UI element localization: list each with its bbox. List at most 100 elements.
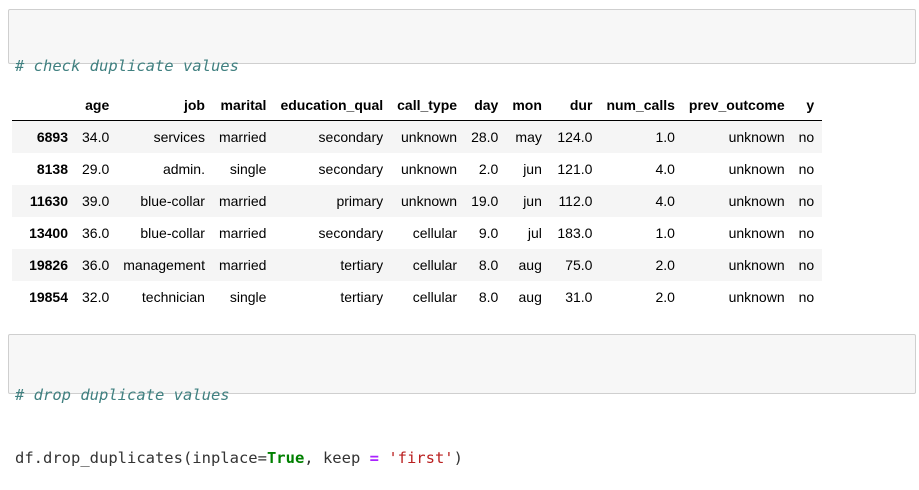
cell-call-type: cellular [412,225,458,241]
column-header-num-calls: num_calls [600,90,683,121]
cell-marital: married [218,225,267,241]
row-index: 19854 [29,289,68,305]
cell-job: admin. [162,161,205,177]
cell-prev-outcome: unknown [728,225,785,241]
row-index: 8138 [36,161,68,177]
cell-job: management [123,257,205,273]
cell-education-qual: secondary [318,225,384,241]
table-row: 13400 36.0 blue-collar married secondary… [12,217,822,249]
cell-day: 8.0 [478,289,499,305]
cell-y: no [798,257,815,273]
code-close: ) [453,449,463,467]
cell-age: 29.0 [82,161,110,177]
cell-marital: married [218,257,267,273]
column-header-age: age [76,90,118,121]
cell-num-calls: 2.0 [655,257,675,273]
table-row: 19826 36.0 management married tertiary c… [12,249,823,281]
cell-job: blue-collar [140,225,205,241]
code-call: df.drop_duplicates(inplace= [15,449,267,467]
cell-call-type: cellular [412,257,458,273]
code-cell-check-duplicates[interactable]: # check duplicate values df[df.duplicate… [8,9,916,138]
code-string: 'first' [388,449,454,467]
cell-y: no [798,161,815,177]
cell-dur: 124.0 [557,129,593,145]
cell-dur: 31.0 [565,289,593,305]
cell-age: 39.0 [82,193,110,209]
row-index: 11630 [29,193,68,209]
cell-dur: 112.0 [558,193,593,209]
cell-age: 34.0 [82,129,110,145]
cell-num-calls: 1.0 [655,129,675,145]
column-header-marital: marital [212,90,275,121]
column-header-mon: mon [506,90,550,121]
dataframe-output-table: age job marital education_qual call_type… [12,90,823,313]
table-header-row: age job marital education_qual call_type… [12,90,823,121]
cell-num-calls: 2.0 [655,289,675,305]
code-comment: # check duplicate values [15,57,239,75]
row-index: 13400 [29,225,68,241]
cell-mon: may [515,129,542,145]
cell-education-qual: secondary [318,129,384,145]
cell-education-qual: secondary [318,161,384,177]
cell-mon: jul [527,225,542,241]
cell-age: 32.0 [82,289,110,305]
cell-y: no [798,193,815,209]
cell-prev-outcome: unknown [728,161,785,177]
cell-age: 36.0 [82,257,110,273]
code-arg: , keep [304,449,370,467]
cell-y: no [798,289,815,305]
cell-call-type: unknown [401,193,458,209]
cell-education-qual: tertiary [340,289,384,305]
table-row: 11630 39.0 blue-collar married primary u… [12,185,823,217]
cell-prev-outcome: unknown [728,257,785,273]
cell-prev-outcome: unknown [728,289,785,305]
cell-dur: 121.0 [557,161,593,177]
cell-call-type: unknown [401,161,458,177]
table-row: 19854 32.0 technician single tertiary ce… [12,281,822,313]
cell-mon: aug [518,257,542,273]
cell-marital: single [229,161,267,177]
cell-prev-outcome: unknown [728,193,785,209]
table-row: 8138 29.0 admin. single secondary unknow… [12,153,822,185]
cell-prev-outcome: unknown [728,129,785,145]
cell-call-type: unknown [401,129,458,145]
cell-day: 19.0 [471,193,499,209]
cell-job: services [153,129,205,145]
cell-dur: 183.0 [557,225,593,241]
cell-dur: 75.0 [565,257,593,273]
cell-day: 28.0 [471,129,499,145]
code-keyword-true: True [266,449,305,467]
code-cell-drop-duplicates[interactable]: # drop duplicate values df.drop_duplicat… [8,334,916,467]
column-header-education-qual: education_qual [274,90,392,121]
column-header-dur: dur [549,90,601,121]
column-header-day: day [465,90,507,121]
cell-job: technician [141,289,205,305]
code-line: df.drop_duplicates(inplace=True, keep = … [15,448,909,469]
cell-day: 8.0 [478,257,499,273]
cell-education-qual: tertiary [340,257,384,273]
cell-education-qual: primary [336,193,384,209]
row-index: 19826 [29,257,68,273]
cell-marital: married [218,193,267,209]
column-header-call-type: call_type [391,90,466,121]
column-header-y: y [792,90,823,121]
cell-mon: jun [523,161,542,177]
cell-job: blue-collar [140,193,205,209]
cell-marital: single [229,289,267,305]
index-header [12,90,76,121]
cell-call-type: cellular [412,289,458,305]
cell-day: 2.0 [478,161,499,177]
code-operator: = [369,449,379,467]
column-header-prev-outcome: prev_outcome [682,90,793,121]
row-index: 6893 [36,129,68,145]
cell-mon: aug [518,289,542,305]
cell-num-calls: 4.0 [655,193,675,209]
cell-num-calls: 4.0 [655,161,675,177]
table-row: 6893 34.0 services married secondary unk… [12,120,823,153]
cell-mon: jun [523,193,542,209]
cell-marital: married [218,129,267,145]
cell-day: 9.0 [478,225,499,241]
cell-num-calls: 1.0 [655,225,675,241]
cell-age: 36.0 [82,225,110,241]
